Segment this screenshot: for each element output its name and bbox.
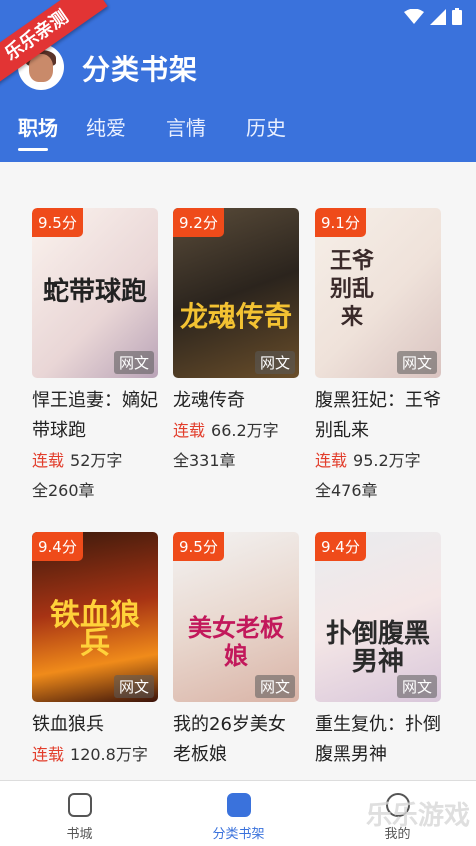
watermark: 乐乐游戏 xyxy=(365,801,470,831)
category-tabs: 职场 纯爱 言情 历史 xyxy=(0,112,306,153)
score-badge: 9.5分 xyxy=(173,532,224,561)
book-title: 腹黑狂妃：王爷别乱来 xyxy=(315,390,441,441)
score-badge: 9.5分 xyxy=(32,208,83,237)
nav-bookstore[interactable]: 书城 xyxy=(0,781,159,846)
source-badge: 网文 xyxy=(254,675,295,698)
book-chapters: 全331章 xyxy=(173,451,236,470)
cover-text: 王爷别乱来 xyxy=(329,249,374,330)
signal-icon xyxy=(430,8,446,29)
source-badge: 网文 xyxy=(396,675,437,698)
book-status: 连载 xyxy=(32,451,65,470)
book-cover: 王爷别乱来 9.1分 网文 xyxy=(315,208,441,378)
book-words: 120.8万字 xyxy=(70,745,148,764)
book-status: 连载 xyxy=(173,421,206,440)
book-meta: 连载 52万字 xyxy=(32,446,162,476)
source-badge: 网文 xyxy=(396,351,437,374)
book-card[interactable]: 铁血狼兵 9.4分 网文 铁血狼兵 连载 120.8万字 xyxy=(32,532,162,770)
book-chapters: 全260章 xyxy=(32,481,95,500)
source-badge: 网文 xyxy=(254,351,295,374)
book-cover: 美女老板娘 9.5分 网文 xyxy=(173,532,299,702)
book-chapters: 全476章 xyxy=(315,481,378,500)
book-status: 连载 xyxy=(315,451,348,470)
book-status: 连载 xyxy=(32,745,65,764)
cover-text: 蛇带球跑 xyxy=(42,277,147,307)
nav-category-shelf[interactable]: 分类书架 xyxy=(159,781,318,846)
book-card[interactable]: 美女老板娘 9.5分 网文 我的26岁美女老板娘 xyxy=(173,532,303,770)
book-title: 铁血狼兵 xyxy=(32,714,104,735)
source-badge: 网文 xyxy=(113,351,154,374)
book-meta: 连载 120.8万字 xyxy=(32,740,162,770)
tab-workplace[interactable]: 职场 xyxy=(0,112,66,153)
book-title: 我的26岁美女老板娘 xyxy=(173,714,286,765)
book-meta: 连载 95.2万字 xyxy=(315,446,445,476)
cover-text: 扑倒腹黑男神 xyxy=(325,619,430,677)
book-card[interactable]: 扑倒腹黑男神 9.4分 网文 重生复仇：扑倒腹黑男神 xyxy=(315,532,445,770)
source-badge: 网文 xyxy=(113,675,154,698)
book-words: 52万字 xyxy=(70,451,123,470)
tab-pure-love[interactable]: 纯爱 xyxy=(66,112,146,153)
book-words: 66.2万字 xyxy=(211,421,279,440)
book-grid: 蛇带球跑 9.5分 网文 悍王追妻：嫡妃带球跑 连载 52万字 全260章 龙魂传… xyxy=(0,162,476,780)
score-badge: 9.4分 xyxy=(32,532,83,561)
wifi-icon xyxy=(404,8,424,29)
book-cover: 扑倒腹黑男神 9.4分 网文 xyxy=(315,532,441,702)
book-title: 龙魂传奇 xyxy=(173,390,245,411)
book-card[interactable]: 龙魂传奇 9.2分 网文 龙魂传奇 连载 66.2万字 全331章 xyxy=(173,208,303,476)
book-meta: 连载 66.2万字 xyxy=(173,416,303,446)
book-words: 95.2万字 xyxy=(353,451,421,470)
status-icons xyxy=(404,8,462,29)
book-cover: 铁血狼兵 9.4分 网文 xyxy=(32,532,158,702)
cover-text: 铁血狼兵 xyxy=(50,598,140,661)
header: 分类书架 乐乐亲测 职场 纯爱 言情 历史 xyxy=(0,0,476,162)
battery-icon xyxy=(452,8,462,29)
nav-label: 分类书架 xyxy=(212,827,265,842)
cover-text: 美女老板娘 xyxy=(188,614,284,670)
cover-text: 龙魂传奇 xyxy=(179,300,292,333)
tab-romance[interactable]: 言情 xyxy=(146,112,226,153)
score-badge: 9.2分 xyxy=(173,208,224,237)
book-title: 重生复仇：扑倒腹黑男神 xyxy=(315,714,441,765)
score-badge: 9.4分 xyxy=(315,532,366,561)
page-title: 分类书架 xyxy=(82,53,199,86)
book-title: 悍王追妻：嫡妃带球跑 xyxy=(32,390,158,441)
nav-label: 书城 xyxy=(66,827,93,842)
score-badge: 9.1分 xyxy=(315,208,366,237)
book-card[interactable]: 蛇带球跑 9.5分 网文 悍王追妻：嫡妃带球跑 连载 52万字 全260章 xyxy=(32,208,162,506)
tab-history[interactable]: 历史 xyxy=(226,112,306,153)
book-cover: 龙魂传奇 9.2分 网文 xyxy=(173,208,299,378)
bookstore-icon xyxy=(68,793,92,817)
book-cover: 蛇带球跑 9.5分 网文 xyxy=(32,208,158,378)
shelf-icon xyxy=(227,793,251,817)
book-card[interactable]: 王爷别乱来 9.1分 网文 腹黑狂妃：王爷别乱来 连载 95.2万字 全476章 xyxy=(315,208,445,506)
